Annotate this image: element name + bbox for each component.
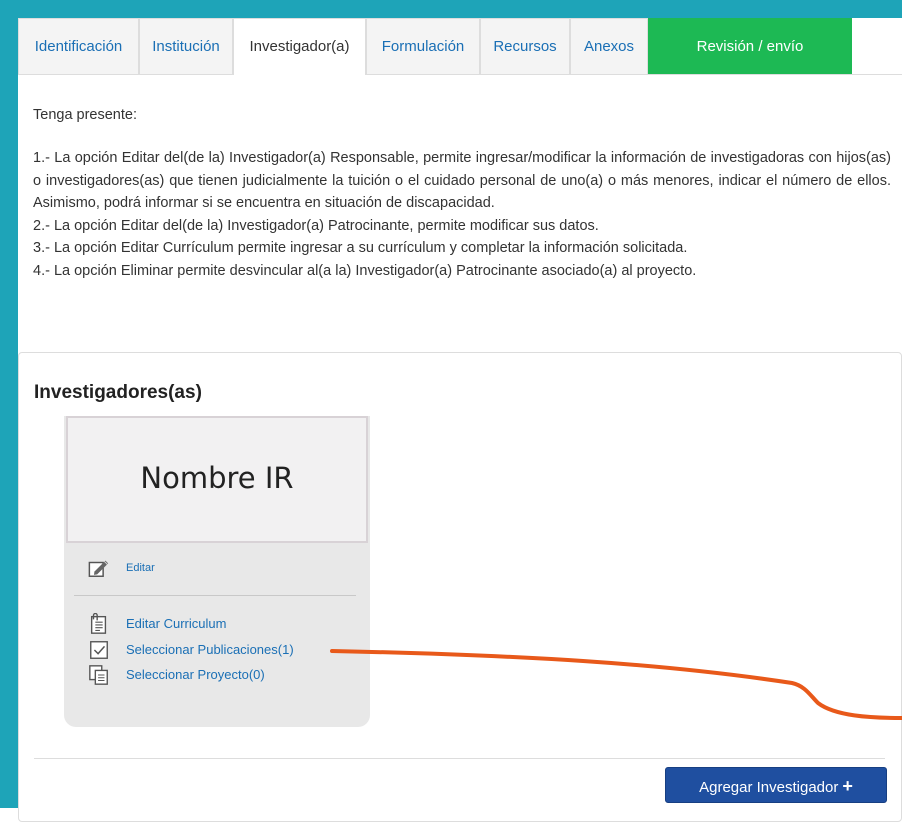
- select-publications-label: Seleccionar Publicaciones(1): [126, 642, 294, 657]
- notice-list: 1.- La opción Editar del(de la) Investig…: [33, 147, 891, 282]
- tab-bar: Identificación Institución Investigador(…: [18, 18, 902, 75]
- notice-heading: Tenga presente:: [33, 107, 137, 123]
- card-divider: [74, 595, 356, 596]
- edit-pencil-icon: [88, 560, 109, 577]
- tab-formulacion[interactable]: Formulación: [366, 18, 480, 74]
- tab-investigador[interactable]: Investigador(a): [233, 18, 366, 75]
- panel-title: Investigadores(as): [34, 382, 202, 403]
- researcher-name: Nombre IR: [66, 416, 368, 543]
- select-project-label: Seleccionar Proyecto(0): [126, 667, 265, 682]
- tab-institucion[interactable]: Institución: [139, 18, 233, 74]
- panel-footer-divider: [34, 758, 885, 759]
- checkbox-icon: [90, 641, 108, 659]
- tab-revision-envio[interactable]: Revisión / envío: [648, 18, 852, 74]
- researchers-panel: Investigadores(as) Nombre IR Editar Edit…: [18, 352, 902, 822]
- tab-identificacion[interactable]: Identificación: [18, 18, 139, 74]
- add-researcher-label: Agregar Investigador: [699, 779, 839, 796]
- notice-item: 3.- La opción Editar Currículum permite …: [33, 240, 688, 256]
- researcher-card: Nombre IR Editar Editar Curriculum Selec…: [64, 416, 370, 727]
- edit-cv-label: Editar Curriculum: [126, 616, 227, 631]
- tab-anexos[interactable]: Anexos: [570, 18, 648, 74]
- notice-item: 2.- La opción Editar del(de la) Investig…: [33, 217, 599, 234]
- notice-item: 4.- La opción Eliminar permite desvincul…: [33, 262, 697, 279]
- document-clip-icon: [90, 613, 107, 634]
- edit-label: Editar: [126, 562, 155, 574]
- notice-item: 1.- La opción Editar del(de la) Investig…: [33, 150, 891, 211]
- copy-icon: [89, 665, 108, 685]
- frame-top-border: [0, 0, 902, 18]
- plus-icon: +: [842, 776, 853, 796]
- tab-recursos[interactable]: Recursos: [480, 18, 570, 74]
- add-researcher-button[interactable]: Agregar Investigador +: [665, 767, 887, 803]
- frame-left-border: [0, 0, 18, 808]
